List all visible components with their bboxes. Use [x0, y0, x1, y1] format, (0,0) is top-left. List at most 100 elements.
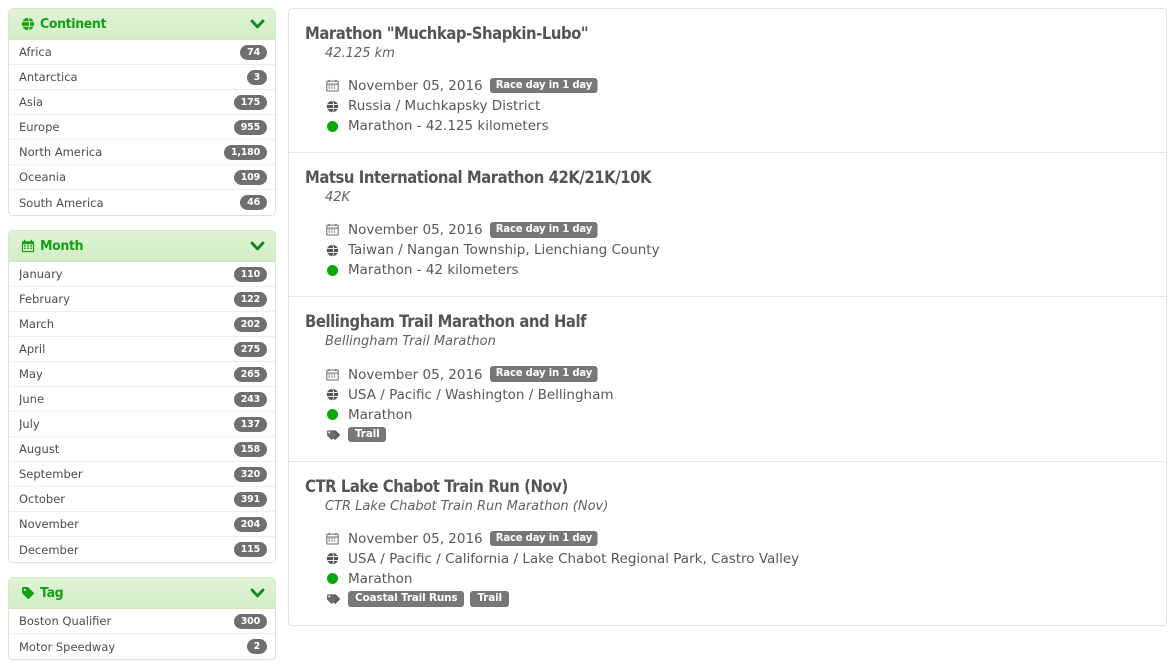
facet-item-month[interactable]: March 202: [9, 312, 275, 337]
calendar-row-icon: [326, 365, 343, 383]
facet-header-month[interactable]: Month: [9, 231, 275, 262]
race-day-badge: Race day in 1 day: [489, 222, 598, 238]
facet-header-continent[interactable]: Continent: [9, 9, 275, 40]
facet-item-continent[interactable]: Asia 175: [9, 90, 275, 115]
tag-icon: [20, 586, 35, 601]
globe-row-icon: [326, 97, 343, 115]
race-day-badge: Race day in 1 day: [489, 366, 598, 382]
facet-item-label: Antarctica: [19, 70, 78, 84]
facet-item-continent[interactable]: South America 46: [9, 190, 275, 215]
facet-item-continent[interactable]: Antarctica 3: [9, 65, 275, 90]
race-location-row: Taiwan / Nangan Township, Lienchiang Cou…: [326, 240, 1150, 260]
facet-item-label: Asia: [19, 95, 44, 109]
facet-item-month[interactable]: August 158: [9, 437, 275, 462]
facet-item-month[interactable]: June 243: [9, 387, 275, 412]
race-subtitle: 42K: [325, 190, 351, 206]
globe-row-icon: [326, 386, 343, 404]
race-tag-chip[interactable]: Trail: [470, 591, 509, 607]
facet-item-month[interactable]: July 137: [9, 412, 275, 437]
facet-item-month[interactable]: May 265: [9, 362, 275, 387]
facet-item-label: South America: [19, 195, 104, 210]
facet-item-label: North America: [19, 145, 103, 159]
facet-item-continent[interactable]: North America 1,180: [9, 140, 275, 165]
facet-item-month[interactable]: April 275: [9, 337, 275, 362]
facet-item-label: February: [19, 292, 70, 306]
facet-item-count: 1,180: [223, 144, 267, 160]
race-distance: Marathon - 42 kilometers: [348, 262, 519, 279]
race-location[interactable]: Taiwan / Nangan Township, Lienchiang Cou…: [348, 240, 660, 260]
chevron-down-icon[interactable]: [249, 238, 265, 254]
facet-item-count: 122: [233, 291, 267, 307]
facet-item-continent[interactable]: Oceania 109: [9, 165, 275, 190]
facet-item-label: Boston Qualifier: [19, 614, 112, 628]
facet-item-count: 265: [233, 366, 267, 382]
race-title[interactable]: Bellingham Trail Marathon and Half: [305, 312, 1066, 332]
facet-item-tag[interactable]: Boston Qualifier 300: [9, 609, 275, 634]
race-date: November 05, 2016: [348, 366, 483, 383]
race-location[interactable]: USA / Pacific / Washington / Bellingham: [348, 385, 614, 405]
race-date-row: November 05, 2016 Race day in 1 day: [326, 528, 1150, 549]
green-dot-icon: [326, 261, 343, 279]
race-tag-chips: Trail: [348, 426, 392, 443]
facet-item-continent[interactable]: Africa 74: [9, 40, 275, 65]
facet-item-count: 955: [233, 119, 267, 135]
facet-item-count: 175: [233, 94, 267, 110]
facet-item-label: August: [19, 442, 60, 456]
green-dot-icon: [326, 117, 343, 135]
race-result-item: Matsu International Marathon 42K/21K/10K…: [289, 153, 1166, 298]
green-dot: [327, 573, 338, 585]
facet-item-count: 243: [233, 391, 267, 407]
race-tags-row: Trail: [326, 425, 1150, 445]
facet-item-month[interactable]: January 110: [9, 262, 275, 287]
facet-item-label: Europe: [19, 120, 60, 134]
facet-title-tag: Tag: [40, 585, 64, 601]
facet-header-tag[interactable]: Tag: [9, 578, 275, 609]
facet-item-count: 109: [233, 169, 267, 185]
race-distance-row: Marathon - 42 kilometers: [326, 260, 1150, 280]
facet-item-month[interactable]: November 204: [9, 512, 275, 537]
facet-list-tag: Boston Qualifier 300 Motor Speedway 2: [9, 609, 275, 659]
green-dot: [327, 409, 338, 421]
race-subtitle: 42.125 km: [325, 45, 395, 61]
race-title[interactable]: Matsu International Marathon 42K/21K/10K: [305, 168, 1066, 188]
race-location[interactable]: USA / Pacific / California / Lake Chabot…: [348, 549, 799, 569]
facet-item-continent[interactable]: Europe 955: [9, 115, 275, 140]
facet-item-count: 300: [233, 613, 267, 629]
race-date-row: November 05, 2016 Race day in 1 day: [326, 75, 1150, 96]
chevron-down-icon[interactable]: [249, 585, 265, 601]
race-distance-row: Marathon: [326, 569, 1150, 589]
race-location[interactable]: Russia / Muchkapsky District: [348, 96, 540, 116]
race-title[interactable]: CTR Lake Chabot Train Run (Nov): [305, 477, 1066, 497]
race-title[interactable]: Marathon "Muchkap-Shapkin-Lubo": [305, 24, 1066, 44]
facet-item-count: 137: [233, 416, 267, 432]
facet-item-month[interactable]: September 320: [9, 462, 275, 487]
facet-list-continent: Africa 74 Antarctica 3 Asia 175 Europe 955 North…: [9, 40, 275, 215]
facet-item-month[interactable]: December 115: [9, 537, 275, 562]
race-date-wrap: November 05, 2016 Race day in 1 day: [348, 75, 602, 96]
tag-row-icon: [326, 426, 343, 444]
race-subtitle: Bellingham Trail Marathon: [325, 334, 496, 350]
race-tag-chip[interactable]: Trail: [348, 426, 387, 443]
race-distance-row: Marathon: [326, 405, 1150, 425]
facet-item-count: 3: [246, 69, 267, 85]
race-distance-row: Marathon - 42.125 kilometers: [326, 116, 1150, 136]
chevron-down-icon[interactable]: [249, 16, 265, 32]
facet-item-count: 2: [246, 639, 267, 654]
calendar-row-icon: [326, 529, 343, 547]
facet-item-label: December: [19, 542, 79, 557]
green-dot: [327, 264, 338, 276]
facet-item-tag[interactable]: Motor Speedway 2: [9, 634, 275, 659]
race-date: November 05, 2016: [348, 530, 483, 547]
facet-item-month[interactable]: February 122: [9, 287, 275, 312]
facet-item-count: 202: [233, 316, 267, 332]
facet-panel-tag: Tag Boston Qualifier 300 Motor Speedway 2: [8, 577, 276, 660]
calendar-row-icon: [326, 77, 343, 95]
race-day-badge: Race day in 1 day: [489, 77, 598, 94]
race-tag-chip[interactable]: Coastal Trail Runs: [348, 591, 465, 607]
facet-item-month[interactable]: October 391: [9, 487, 275, 512]
race-meta: November 05, 2016 Race day in 1 day USA / …: [326, 528, 1150, 609]
facet-item-count: 275: [233, 341, 267, 357]
race-day-badge: Race day in 1 day: [489, 530, 598, 547]
facet-item-count: 320: [233, 466, 267, 482]
race-results-list: Marathon "Muchkap-Shapkin-Lubo" 42.125 km…: [288, 8, 1167, 626]
